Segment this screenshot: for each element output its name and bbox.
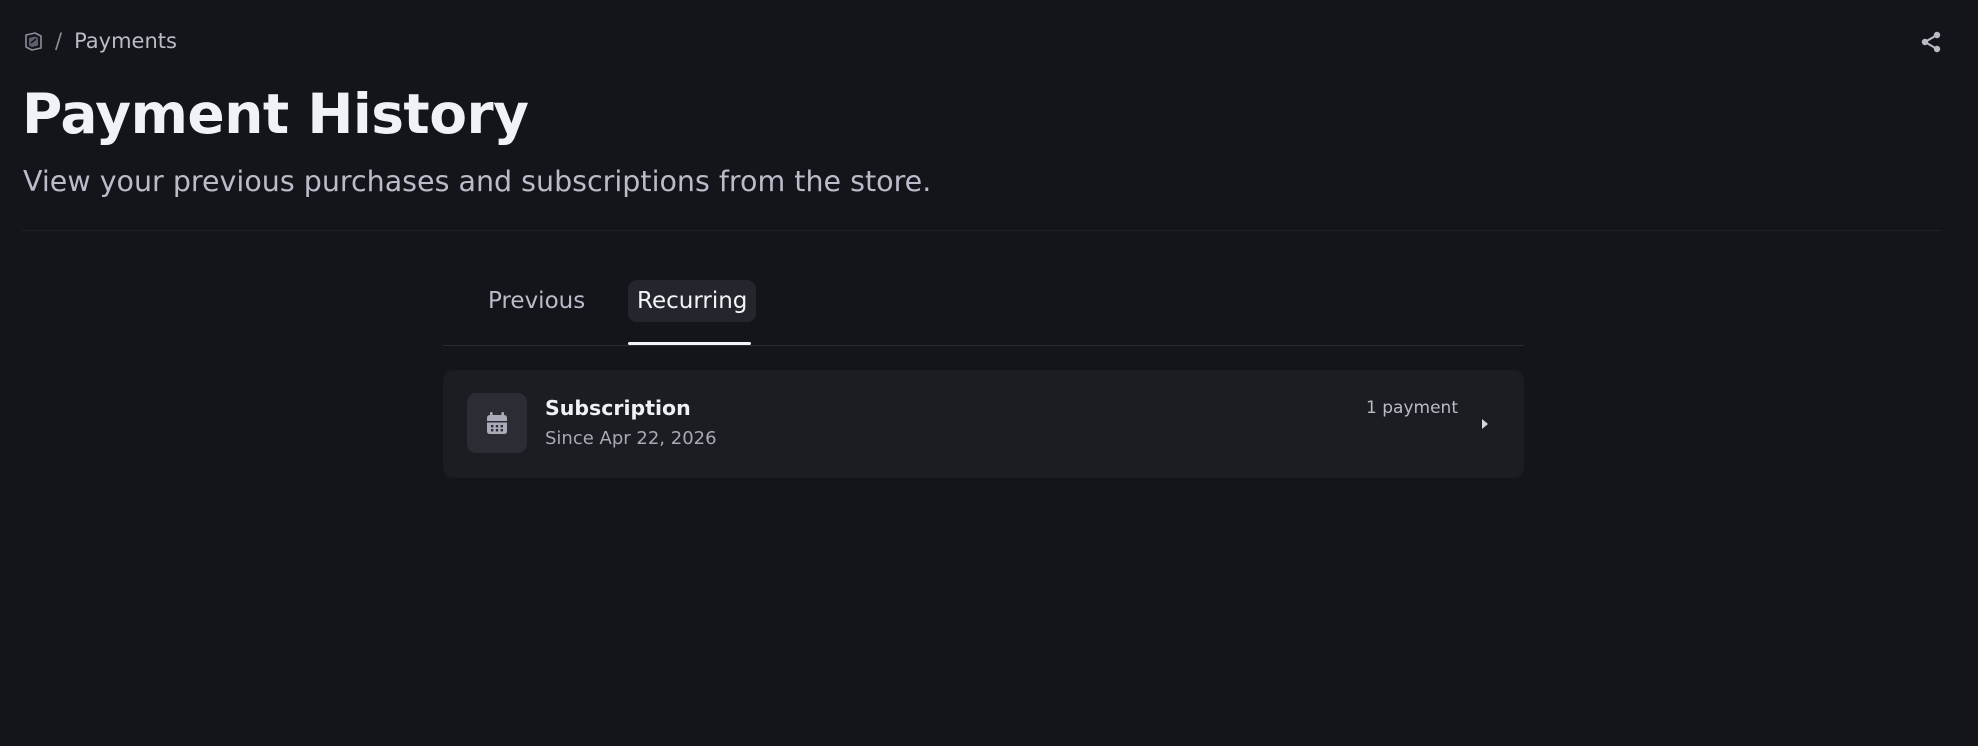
chevron-right-icon (1480, 417, 1490, 431)
calendar-icon (467, 393, 527, 453)
active-tab-indicator (628, 342, 751, 345)
breadcrumb-current[interactable]: Payments (74, 29, 177, 53)
share-icon (1921, 31, 1941, 53)
page-subtitle: View your previous purchases and subscri… (23, 165, 932, 198)
payment-count: 1 payment (1366, 398, 1458, 418)
page-title: Payment History (22, 82, 529, 146)
payment-history-page: / Payments Payment History View your pre… (0, 0, 1978, 746)
tab-bar: Previous Recurring (443, 278, 1524, 346)
subscription-title: Subscription (545, 396, 691, 420)
header-divider (22, 230, 1942, 231)
share-button[interactable] (1918, 28, 1944, 56)
tab-previous[interactable]: Previous (479, 280, 594, 322)
tab-recurring[interactable]: Recurring (628, 280, 757, 322)
home-logo-icon[interactable] (23, 31, 44, 52)
breadcrumb: / Payments (23, 27, 177, 55)
subscription-card[interactable]: Subscription Since Apr 22, 2026 1 paymen… (443, 370, 1524, 478)
subscription-since: Since Apr 22, 2026 (545, 428, 717, 449)
breadcrumb-separator: / (55, 29, 63, 53)
